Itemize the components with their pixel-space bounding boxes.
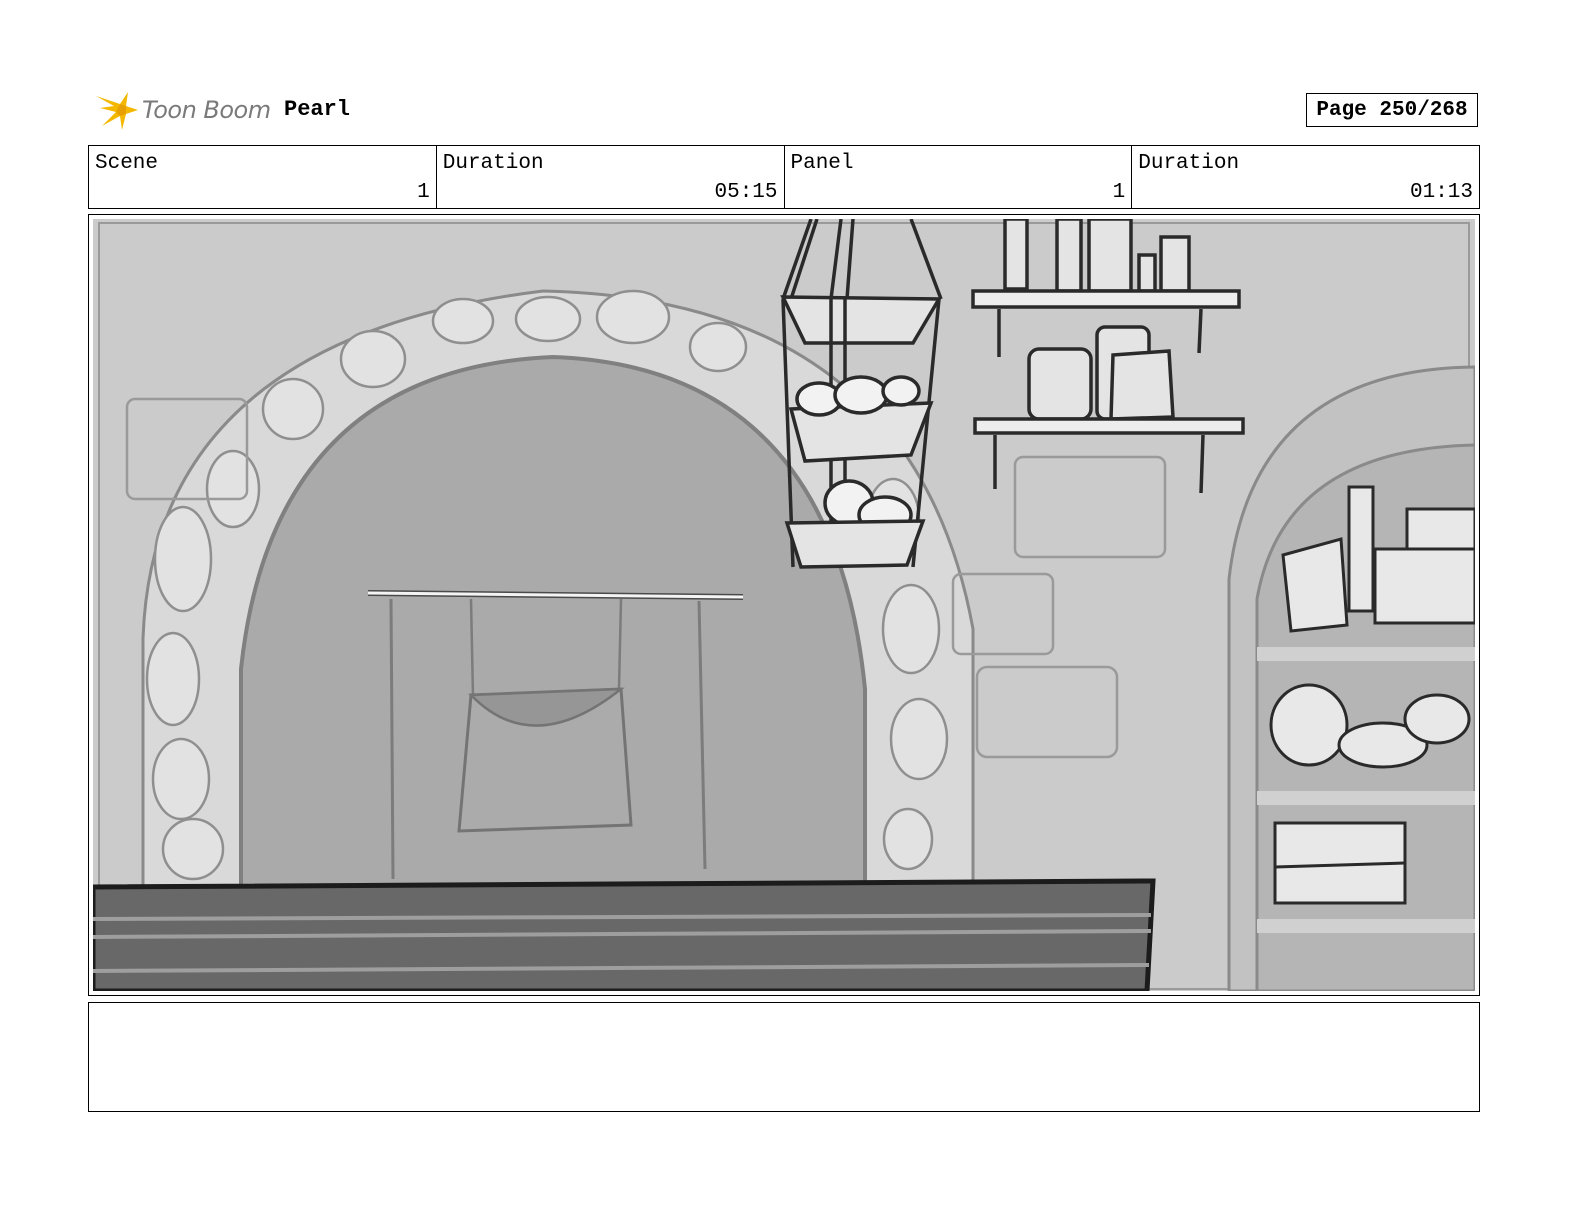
scene-value: 1 bbox=[417, 181, 430, 204]
panel-info-bar: Scene 1 Duration 05:15 Panel 1 Duration … bbox=[88, 145, 1480, 209]
scene-cell: Scene 1 bbox=[89, 146, 437, 208]
scene-duration-cell: Duration 05:15 bbox=[437, 146, 785, 208]
scene-duration-value: 05:15 bbox=[714, 181, 778, 204]
starburst-icon bbox=[96, 92, 138, 130]
panel-duration-cell: Duration 01:13 bbox=[1132, 146, 1479, 208]
panel-duration-value: 01:13 bbox=[1409, 181, 1473, 204]
counter bbox=[93, 878, 1156, 991]
brand-name: Toon Boom bbox=[142, 96, 271, 124]
page-number: Page 250/268 bbox=[1306, 93, 1478, 127]
toon-boom-logo: Toon Boom bbox=[92, 86, 271, 134]
panel-drawing bbox=[93, 219, 1475, 991]
scene-duration-label: Duration bbox=[442, 152, 544, 175]
project-title: Pearl bbox=[284, 97, 351, 122]
panel-cell: Panel 1 bbox=[785, 146, 1133, 208]
panel-value: 1 bbox=[1112, 181, 1126, 204]
scene-label: Scene bbox=[95, 152, 159, 175]
panel-notes[interactable] bbox=[88, 1002, 1480, 1112]
panel-duration-label: Duration bbox=[1138, 152, 1240, 175]
storyboard-panel bbox=[88, 214, 1480, 996]
panel-label: Panel bbox=[790, 152, 854, 175]
